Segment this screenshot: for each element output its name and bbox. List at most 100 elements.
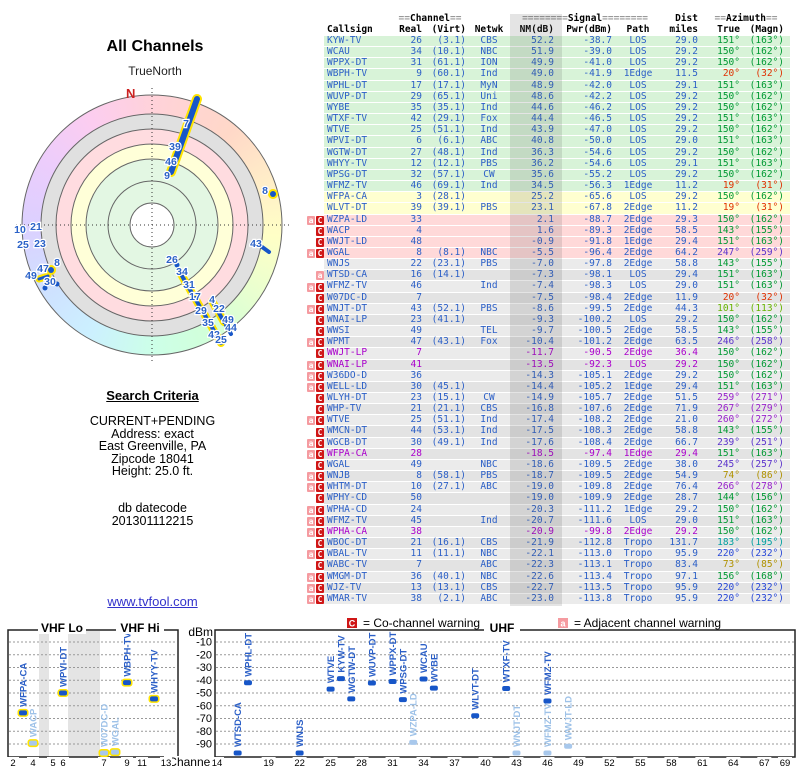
cell-mg: (232°) [749, 592, 784, 604]
station-label: WFMZ-TV [543, 703, 554, 747]
cell-ne: PBS [480, 157, 498, 169]
cell-pw: -109.5 [577, 458, 612, 470]
cell-ne [468, 360, 510, 370]
cell-nm: 36.2 [531, 157, 554, 169]
cell-vi [422, 516, 468, 526]
cell-mg: (258°) [749, 336, 784, 348]
cell-vi [422, 348, 468, 358]
cell-pw: -55.2 [583, 168, 612, 180]
polar-chart-canvas: N73946984326343117 429 2235 4944422510 2125 2… [13, 86, 290, 364]
cell-mi: 63.5 [675, 336, 698, 348]
cell-cs: WELL-LD [327, 380, 368, 392]
cell-mg: (162°) [749, 168, 784, 180]
co-channel-warning-icon: C [316, 349, 324, 359]
cell-nm: -19.0 [525, 492, 554, 504]
station-label: WUVP-DT [367, 633, 378, 678]
cell-mi: 11.2 [675, 202, 698, 214]
uhf-channel-tick: 64 [728, 758, 739, 768]
co-channel-warning-icon: C [316, 382, 324, 392]
warning-markers: C [304, 237, 324, 248]
cell-pw: -109.8 [577, 481, 612, 493]
warning-markers: aC [304, 583, 324, 594]
cell-pa: 1Edge [623, 380, 653, 392]
cell-nm: 34.5 [531, 180, 554, 192]
warning-markers: C [304, 293, 324, 304]
table-row: a C WMAR-TV 38 (2.1) ABC -23.0 -113.8 Tropo 95.9 2… [304, 592, 790, 605]
cell-vi: (65.1) [431, 90, 466, 102]
cell-pw: -98.3 [583, 280, 612, 292]
cell-mg: (168°) [749, 570, 784, 582]
cell-vi [422, 360, 468, 370]
cell-pa: LOS [629, 46, 647, 58]
signal-table: ==Channel== ========Signal======== Dist … [304, 13, 790, 606]
warning-markers: C [304, 393, 324, 404]
cell-mg: (162°) [749, 57, 784, 69]
cell-re: 31 [410, 57, 422, 69]
adjacent-channel-warning-icon: a [307, 572, 315, 582]
cell-cs: WPPX-DT [327, 57, 368, 69]
tvfool-link[interactable]: www.tvfool.com [107, 594, 197, 609]
cell-cs: WTVE [327, 124, 350, 136]
co-channel-warning-icon: C [316, 472, 324, 482]
co-channel-warning-icon: C [316, 360, 324, 370]
cell-pa: LOS [629, 57, 647, 69]
cell-tr: 19° [722, 202, 740, 214]
cell-vi: (28.1) [431, 191, 466, 203]
cell-mg: (251°) [749, 436, 784, 448]
cell-ne [468, 527, 510, 537]
cell-pw: -109.5 [577, 470, 612, 482]
cell-ne: Ind [480, 146, 498, 158]
cell-vi [422, 560, 468, 570]
polar-channel-label: 47 [37, 263, 49, 275]
cell-mg: (155°) [749, 224, 784, 236]
cell-tr: 151° [717, 113, 740, 125]
vhf-channel-tick: 5 [50, 758, 55, 768]
cell-pw: -99.5 [583, 302, 612, 314]
cell-cs: WLVT-DT [327, 202, 368, 214]
cell-cs: WJZ-TV [327, 581, 362, 593]
cell-pa: LOS [629, 168, 647, 180]
cell-mi: 29.2 [675, 90, 698, 102]
dbm-tick-label: -80 [196, 726, 212, 738]
cell-mi: 29.1 [675, 79, 698, 91]
cell-nm: -20.7 [525, 514, 554, 526]
cell-vi: (69.1) [431, 180, 466, 192]
cell-vi: (35.1) [431, 101, 466, 113]
polar-channel-label: 25 [215, 334, 227, 346]
cell-mg: (257°) [749, 458, 784, 470]
dbm-axis-label: dBm [188, 625, 213, 639]
cell-mi: 29.2 [675, 113, 698, 125]
dbm-tick-label: -60 [196, 700, 212, 712]
cell-re: 38 [410, 592, 422, 604]
uhf-channel-tick: 49 [573, 758, 584, 768]
cell-mg: (155°) [749, 425, 784, 437]
search-criteria: Search Criteria CURRENT+PENDING Address:… [20, 388, 285, 527]
cell-ne: Ind [480, 436, 498, 448]
cell-tr: 151° [717, 514, 740, 526]
cell-re: 10 [410, 481, 422, 493]
co-channel-warning-icon: C [316, 572, 324, 582]
cell-mi: 66.7 [675, 436, 698, 448]
warning-markers [304, 203, 324, 214]
cell-vi [422, 371, 468, 381]
cell-pa: 2Edge [623, 258, 653, 270]
cell-mi: 29.0 [675, 135, 698, 147]
station-label: WYBE [429, 654, 440, 683]
cell-pw: -39.0 [583, 46, 612, 58]
table-row: C WABC-TV 7 ABC -22.3 -113.1 Tropo 83.4 73° (85°) [304, 560, 790, 572]
adjacent-channel-warning-icon: a [307, 527, 315, 537]
cell-nm: 35.6 [531, 168, 554, 180]
cell-ne: CW [483, 392, 495, 403]
adjacent-channel-warning-icon: a [307, 360, 315, 370]
cell-pa: 2Edge [623, 325, 653, 337]
polar-channel-label: 35 [202, 317, 214, 329]
cell-vi [422, 215, 468, 225]
cell-re: 45 [410, 514, 422, 526]
uhf-channel-tick: 25 [325, 758, 336, 768]
polar-channel-label: 29 [195, 305, 207, 317]
cell-ne: CBS [480, 537, 498, 549]
cell-pa: 1Edge [623, 447, 653, 459]
cell-mg: (278°) [749, 481, 784, 493]
cell-nm: -14.4 [525, 380, 554, 392]
cell-re: 17 [410, 79, 422, 91]
